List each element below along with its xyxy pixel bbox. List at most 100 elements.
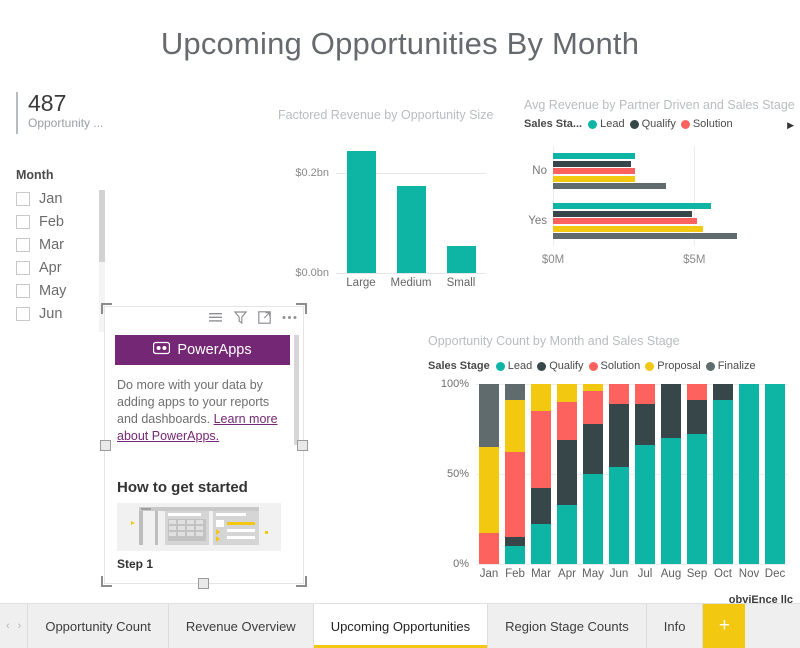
more-options-icon[interactable] <box>282 315 297 320</box>
segment-jul-qualify[interactable] <box>634 403 656 446</box>
tab-next-icon[interactable]: › <box>18 620 22 632</box>
visual-toolbar[interactable] <box>208 311 297 324</box>
selection-handle-bottom[interactable] <box>198 578 209 589</box>
stacked-column-nov[interactable] <box>738 384 760 564</box>
bar-yes-qualify[interactable] <box>553 210 692 217</box>
segment-aug-qualify[interactable] <box>660 384 682 438</box>
stacked-column-apr[interactable] <box>556 384 578 564</box>
segment-feb-proposal[interactable] <box>504 400 526 453</box>
segment-mar-solution[interactable] <box>530 411 552 489</box>
stacked-column-aug[interactable] <box>660 384 682 564</box>
tab-opportunity-count[interactable]: Opportunity Count <box>27 604 168 648</box>
bar-large[interactable] <box>346 150 376 273</box>
tab-region-stage-counts[interactable]: Region Stage Counts <box>487 604 646 648</box>
legend-item-finalize[interactable]: Finalize <box>705 360 756 372</box>
legend-item-qualify[interactable]: Qualify <box>537 360 584 372</box>
segment-sep-qualify[interactable] <box>686 400 708 435</box>
bar-no-qualify[interactable] <box>553 160 631 167</box>
stacked-column-feb[interactable] <box>504 384 526 564</box>
bar-small[interactable] <box>446 245 476 273</box>
stacked-column-dec[interactable] <box>764 384 786 564</box>
segment-mar-qualify[interactable] <box>530 488 552 525</box>
bar-no-proposal[interactable] <box>553 175 635 182</box>
tab-nav-arrows[interactable]: ‹ › <box>0 604 27 648</box>
slicer-item-jun[interactable]: Jun <box>16 302 108 325</box>
stacked-column-jun[interactable] <box>608 384 630 564</box>
stacked-column-jan[interactable] <box>478 384 500 564</box>
powerapps-visual[interactable]: PowerApps Do more with your data by addi… <box>104 306 304 584</box>
slicer-item-feb[interactable]: Feb <box>16 210 108 233</box>
factored-revenue-chart[interactable]: Factored Revenue by Opportunity Size $0.… <box>278 108 503 293</box>
segment-may-lead[interactable] <box>582 474 604 564</box>
chart-legend[interactable]: Sales Sta... Lead Qualify Solution ▶ <box>524 118 796 130</box>
segment-feb-finalize[interactable] <box>504 384 526 401</box>
tab-info[interactable]: Info <box>645 604 703 648</box>
segment-mar-lead[interactable] <box>530 524 552 564</box>
stacked-column-may[interactable] <box>582 384 604 564</box>
segment-mar-proposal[interactable] <box>530 384 552 411</box>
segment-jul-lead[interactable] <box>634 445 656 564</box>
bar-medium[interactable] <box>396 185 426 273</box>
segment-may-qualify[interactable] <box>582 423 604 474</box>
page-tab-bar[interactable]: ‹ › Opportunity Count Revenue Overview Upc… <box>0 603 800 648</box>
menu-icon[interactable] <box>208 312 223 323</box>
kpi-card[interactable]: 487 Opportunity ... <box>16 90 126 136</box>
legend-item-qualify[interactable]: Qualify <box>629 118 676 130</box>
segment-aug-lead[interactable] <box>660 438 682 564</box>
segment-sep-lead[interactable] <box>686 434 708 564</box>
bar-yes-proposal[interactable] <box>553 225 703 232</box>
checkbox-icon[interactable] <box>16 237 30 252</box>
stacked-column-jul[interactable] <box>634 384 656 564</box>
month-slicer[interactable]: Month Jan Feb Mar Apr May Jun <box>16 168 108 332</box>
slicer-item-jan[interactable]: Jan <box>16 187 108 210</box>
segment-apr-qualify[interactable] <box>556 439 578 505</box>
legend-item-proposal[interactable]: Proposal <box>645 360 701 372</box>
legend-item-lead[interactable]: Lead <box>495 360 532 372</box>
bar-yes-solution[interactable] <box>553 218 698 224</box>
tab-upcoming-opportunities[interactable]: Upcoming Opportunities <box>312 604 488 648</box>
segment-jun-qualify[interactable] <box>608 403 630 467</box>
segment-apr-proposal[interactable] <box>556 384 578 402</box>
avg-revenue-chart[interactable]: Avg Revenue by Partner Driven and Sales … <box>524 98 796 293</box>
bar-no-solution[interactable] <box>553 168 635 174</box>
legend-overflow-icon[interactable]: ▶ <box>787 120 794 131</box>
legend-item-lead[interactable]: Lead <box>588 118 625 130</box>
stacked-column-mar[interactable] <box>530 384 552 564</box>
slicer-item-may[interactable]: May <box>16 279 108 302</box>
stacked-column-sep[interactable] <box>686 384 708 564</box>
selection-handle-top-right[interactable] <box>296 303 307 314</box>
selection-handle-right[interactable] <box>297 440 308 451</box>
focus-mode-icon[interactable] <box>258 311 271 324</box>
bar-no-finalize[interactable] <box>553 183 667 189</box>
slicer-scrollbar-thumb[interactable] <box>99 190 105 262</box>
checkbox-icon[interactable] <box>16 306 30 321</box>
segment-jul-solution[interactable] <box>634 384 656 404</box>
segment-may-proposal[interactable] <box>582 384 604 392</box>
segment-sep-solution[interactable] <box>686 384 708 401</box>
checkbox-icon[interactable] <box>16 214 30 229</box>
powerapps-scrollbar-thumb[interactable] <box>294 335 299 445</box>
segment-apr-solution[interactable] <box>556 402 578 440</box>
chart-legend[interactable]: Sales Stage Lead Qualify Solution Proposal F… <box>428 360 761 372</box>
segment-dec-lead[interactable] <box>764 384 786 564</box>
bar-yes-lead[interactable] <box>553 203 712 209</box>
segment-jan-solution[interactable] <box>478 533 500 564</box>
segment-jun-lead[interactable] <box>608 466 630 564</box>
tab-list[interactable]: Opportunity Count Revenue Overview Upcomin… <box>27 604 702 648</box>
checkbox-icon[interactable] <box>16 283 30 298</box>
segment-may-solution[interactable] <box>582 391 604 424</box>
bar-no-lead[interactable] <box>553 153 635 159</box>
legend-item-solution[interactable]: Solution <box>680 118 733 130</box>
stacked-column-oct[interactable] <box>712 384 734 564</box>
tab-revenue-overview[interactable]: Revenue Overview <box>167 604 313 648</box>
legend-item-solution[interactable]: Solution <box>588 360 640 372</box>
selection-handle-top-left[interactable] <box>101 303 112 314</box>
checkbox-icon[interactable] <box>16 260 30 275</box>
slicer-item-apr[interactable]: Apr <box>16 256 108 279</box>
segment-oct-lead[interactable] <box>712 400 734 564</box>
slicer-item-list[interactable]: Jan Feb Mar Apr May Jun <box>16 187 108 325</box>
opportunity-count-chart[interactable]: Opportunity Count by Month and Sales Sta… <box>428 334 796 594</box>
segment-jun-solution[interactable] <box>608 384 630 404</box>
segment-feb-lead[interactable] <box>504 546 526 564</box>
add-page-button[interactable]: + <box>702 604 746 648</box>
